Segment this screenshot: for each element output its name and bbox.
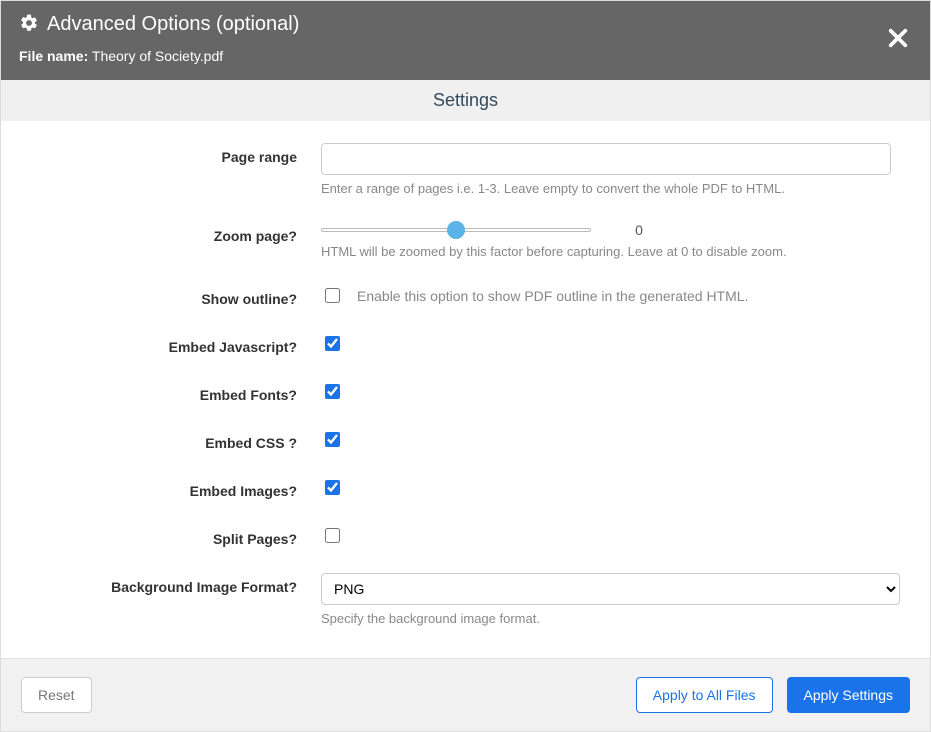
apply-all-button[interactable]: Apply to All Files (636, 677, 773, 713)
help-bg-format: Specify the background image format. (321, 611, 900, 626)
form-area: Page range Enter a range of pages i.e. 1… (1, 121, 930, 658)
row-embed-fonts: Embed Fonts? (31, 381, 900, 403)
gear-icon (19, 13, 39, 36)
file-name-label: File name: (19, 48, 88, 64)
label-embed-images: Embed Images? (31, 477, 321, 499)
help-zoom: HTML will be zoomed by this factor befor… (321, 244, 900, 259)
page-range-input[interactable] (321, 143, 891, 175)
modal-title: Advanced Options (optional) (47, 13, 299, 36)
apply-settings-button[interactable]: Apply Settings (787, 677, 911, 713)
row-embed-images: Embed Images? (31, 477, 900, 499)
footer-right: Apply to All Files Apply Settings (636, 677, 910, 713)
embed-images-checkbox[interactable] (325, 480, 340, 495)
label-bg-format: Background Image Format? (31, 573, 321, 595)
file-name-value: Theory of Society.pdf (92, 48, 223, 64)
zoom-value: 0 (619, 222, 659, 238)
close-button[interactable] (886, 27, 910, 51)
title-row: Advanced Options (optional) (19, 13, 912, 36)
file-row: File name: Theory of Society.pdf (19, 48, 912, 64)
label-split-pages: Split Pages? (31, 525, 321, 547)
modal-footer: Reset Apply to All Files Apply Settings (1, 658, 930, 731)
row-bg-format: Background Image Format? PNG Specify the… (31, 573, 900, 626)
label-embed-js: Embed Javascript? (31, 333, 321, 355)
label-embed-css: Embed CSS ? (31, 429, 321, 451)
split-pages-checkbox[interactable] (325, 528, 340, 543)
label-embed-fonts: Embed Fonts? (31, 381, 321, 403)
row-embed-js: Embed Javascript? (31, 333, 900, 355)
close-icon (887, 27, 909, 52)
modal-header: Advanced Options (optional) File name: T… (1, 1, 930, 80)
row-page-range: Page range Enter a range of pages i.e. 1… (31, 143, 900, 196)
advanced-options-modal: Advanced Options (optional) File name: T… (0, 0, 931, 732)
label-page-range: Page range (31, 143, 321, 165)
settings-heading: Settings (1, 80, 930, 121)
embed-fonts-checkbox[interactable] (325, 384, 340, 399)
row-embed-css: Embed CSS ? (31, 429, 900, 451)
zoom-slider[interactable] (321, 222, 591, 238)
row-split-pages: Split Pages? (31, 525, 900, 547)
show-outline-checkbox[interactable] (325, 288, 340, 303)
bg-format-select[interactable]: PNG (321, 573, 900, 605)
help-page-range: Enter a range of pages i.e. 1-3. Leave e… (321, 181, 900, 196)
embed-css-checkbox[interactable] (325, 432, 340, 447)
label-show-outline: Show outline? (31, 285, 321, 307)
label-zoom: Zoom page? (31, 222, 321, 244)
embed-js-checkbox[interactable] (325, 336, 340, 351)
reset-button[interactable]: Reset (21, 677, 92, 713)
slider-thumb[interactable] (447, 221, 465, 239)
row-show-outline: Show outline? Enable this option to show… (31, 285, 900, 307)
row-zoom: Zoom page? 0 HTML will be zoomed by this… (31, 222, 900, 259)
show-outline-checkbox-label: Enable this option to show PDF outline i… (357, 288, 748, 304)
